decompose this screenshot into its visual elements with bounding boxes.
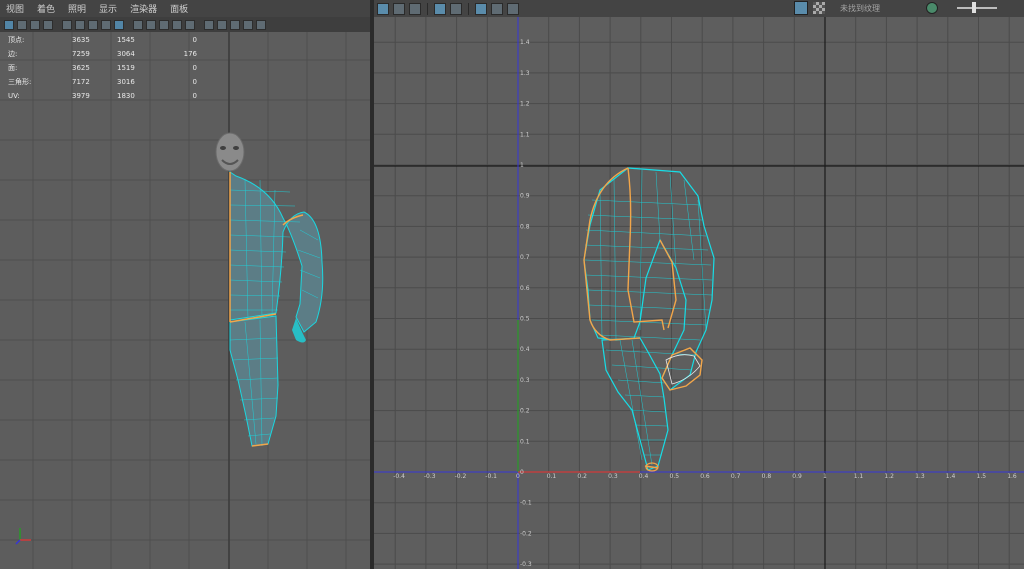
u-tick-label: 0.2 xyxy=(577,473,587,480)
uv-snapshot-icon[interactable] xyxy=(507,2,519,15)
stat-row-tris: 三角形: 7172 3016 0 xyxy=(8,78,197,86)
grid-icon[interactable] xyxy=(75,19,85,30)
u-tick-label: -0.3 xyxy=(424,473,436,480)
uv-checker-icon[interactable] xyxy=(409,2,421,15)
checker-toggle-icon[interactable] xyxy=(813,2,825,14)
menu-renderer[interactable]: 渲染器 xyxy=(130,2,157,15)
v-tick-label: 1.1 xyxy=(520,131,530,138)
v-tick-label: 0.5 xyxy=(520,316,530,323)
u-tick-label: 0.9 xyxy=(792,473,802,480)
viewport-toolbar xyxy=(0,17,370,32)
v-tick-label: 0.4 xyxy=(520,346,530,353)
menu-show[interactable]: 显示 xyxy=(99,2,117,15)
v-tick-label: 1.4 xyxy=(520,39,530,46)
v-tick-label: -0.3 xyxy=(520,561,532,568)
u-tick-label: 0.5 xyxy=(670,473,680,480)
u-tick-label: 1.2 xyxy=(884,473,894,480)
ao-icon[interactable] xyxy=(185,19,195,30)
v-tick-label: 0.8 xyxy=(520,223,530,230)
perspective-viewport[interactable]: 视图 着色 照明 显示 渲染器 面板 顶点: 3635 1545 0 边: 72… xyxy=(0,0,370,569)
u-tick-label: 1.4 xyxy=(946,473,956,480)
uv-shells[interactable] xyxy=(583,167,715,472)
select-camera-icon[interactable] xyxy=(4,19,14,30)
v-tick-label: -0.1 xyxy=(520,500,532,507)
stat-row-uvs: UV: 3979 1830 0 xyxy=(8,92,197,100)
u-tick-label: 0.8 xyxy=(762,473,772,480)
camera-icon[interactable] xyxy=(62,19,72,30)
v-tick-label: 1.2 xyxy=(520,101,530,108)
camera-attr-icon[interactable] xyxy=(17,19,27,30)
uv-snap-icon[interactable] xyxy=(450,2,462,15)
xray-joints-icon[interactable] xyxy=(230,19,240,30)
u-tick-label: 0.6 xyxy=(700,473,710,480)
uv-shell-icon[interactable] xyxy=(377,2,389,15)
v-tick-label: 0.6 xyxy=(520,285,530,292)
v-tick-label: -0.2 xyxy=(520,530,532,537)
u-tick-label: 0.4 xyxy=(639,473,649,480)
axis-gizmo-icon xyxy=(15,528,31,545)
uv-editor[interactable]: 未找到纹理 0-0.4-0.3-0.2-0.100.10.20.30.40.50… xyxy=(374,0,1024,569)
heads-up-poly-count: 顶点: 3635 1545 0 边: 7259 3064 176 面: 3625… xyxy=(8,33,197,103)
image-plane-icon[interactable] xyxy=(43,19,53,30)
uv-filter-icon[interactable] xyxy=(491,2,503,15)
v-tick-label: 0.9 xyxy=(520,193,530,200)
v-tick-label: 1.3 xyxy=(520,70,530,77)
u-tick-label: 1.3 xyxy=(915,473,925,480)
menu-view[interactable]: 视图 xyxy=(6,2,24,15)
shadows-icon[interactable] xyxy=(172,19,182,30)
u-tick-label: 1.1 xyxy=(854,473,864,480)
menu-lighting[interactable]: 照明 xyxy=(68,2,86,15)
uv-borders-icon[interactable] xyxy=(475,2,487,15)
v-tick-label: 0.7 xyxy=(520,254,530,261)
v-tick-label: 0 xyxy=(520,469,524,476)
uv-grid: 0-0.4-0.3-0.2-0.100.10.20.30.40.50.60.70… xyxy=(374,17,1024,569)
v-tick-label: 0.3 xyxy=(520,377,530,384)
texture-dropdown[interactable]: 未找到纹理 xyxy=(840,2,920,15)
wireframe-icon[interactable] xyxy=(114,19,124,30)
stat-row-edges: 边: 7259 3064 176 xyxy=(8,50,197,58)
gamma-slider-handle[interactable] xyxy=(972,2,976,13)
uv-grid-icon[interactable] xyxy=(434,2,446,15)
viewport-menu-bar: 视图 着色 照明 显示 渲染器 面板 xyxy=(0,0,370,17)
u-tick-label: 0.7 xyxy=(731,473,741,480)
texture-toggle-icon[interactable] xyxy=(794,1,808,15)
viewport-grid xyxy=(0,32,370,569)
u-tick-label: 1.6 xyxy=(1007,473,1017,480)
u-tick-label: -0.4 xyxy=(393,473,405,480)
xray-icon[interactable] xyxy=(217,19,227,30)
lights-icon[interactable] xyxy=(159,19,169,30)
u-tick-label: 0.1 xyxy=(547,473,557,480)
exposure-icon[interactable] xyxy=(926,2,938,14)
shaded-icon[interactable] xyxy=(133,19,143,30)
v-tick-label: 1 xyxy=(520,162,524,169)
menu-panels[interactable]: 面板 xyxy=(170,2,188,15)
u-tick-label: 0.3 xyxy=(608,473,618,480)
stat-row-verts: 顶点: 3635 1545 0 xyxy=(8,36,197,44)
gamma-slider[interactable] xyxy=(957,7,997,9)
light-bulb-icon[interactable] xyxy=(243,19,253,30)
u-tick-label: -0.1 xyxy=(485,473,497,480)
u-tick-label: 1.5 xyxy=(977,473,987,480)
textured-icon[interactable] xyxy=(146,19,156,30)
uv-distortion-icon[interactable] xyxy=(393,2,405,15)
toolbar-separator xyxy=(468,2,469,15)
film-gate-icon[interactable] xyxy=(88,19,98,30)
menu-shading[interactable]: 着色 xyxy=(37,2,55,15)
v-tick-label: 0.2 xyxy=(520,408,530,415)
u-tick-label: -0.2 xyxy=(455,473,467,480)
resolution-gate-icon[interactable] xyxy=(101,19,111,30)
stat-row-faces: 面: 3625 1519 0 xyxy=(8,64,197,72)
u-tick-label: 1 xyxy=(823,473,827,480)
toolbar-separator xyxy=(427,2,428,15)
bookmark-icon[interactable] xyxy=(30,19,40,30)
v-tick-label: 0.1 xyxy=(520,438,530,445)
isolate-icon[interactable] xyxy=(204,19,214,30)
exposure-icon[interactable] xyxy=(256,19,266,30)
